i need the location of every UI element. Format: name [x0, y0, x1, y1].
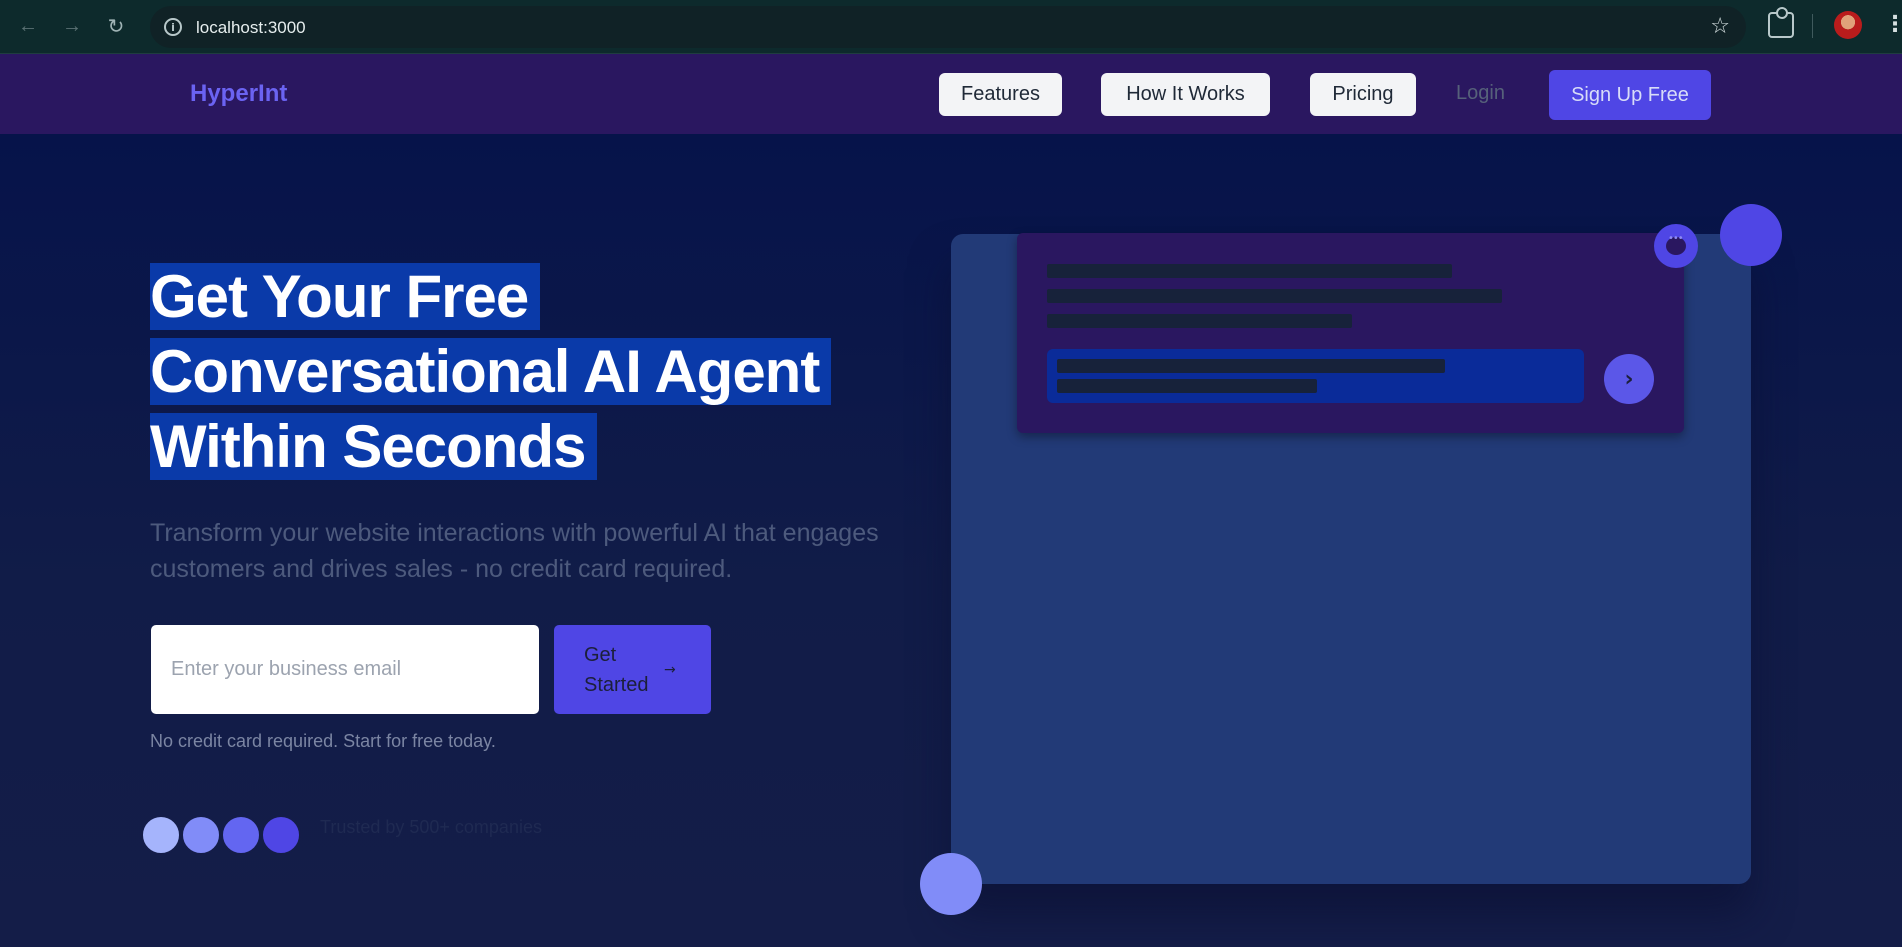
- headline-line-3: Within Seconds: [150, 413, 598, 480]
- no-credit-card-note: No credit card required. Start for free …: [150, 731, 496, 751]
- chevron-right-icon[interactable]: ›: [1604, 354, 1654, 404]
- headline-line-1: Get Your Free: [150, 263, 541, 330]
- address-url[interactable]: localhost:3000: [196, 18, 306, 38]
- sign-up-button[interactable]: Sign Up Free: [1549, 70, 1711, 120]
- hero-section: Get Your Free Conversational AI Agent Wi…: [0, 134, 1902, 947]
- toolbar-divider: [1812, 14, 1813, 38]
- skeleton-line: [1047, 289, 1502, 303]
- brand-logo[interactable]: HyperInt: [190, 80, 287, 108]
- nav-how-it-works-button[interactable]: How It Works: [1101, 73, 1270, 116]
- address-bar[interactable]: i localhost:3000 ☆: [150, 6, 1746, 48]
- site-info-icon[interactable]: i: [164, 18, 182, 36]
- company-avatar: [221, 815, 261, 855]
- hero-headline: Get Your Free Conversational AI Agent Wi…: [150, 259, 870, 484]
- headline-line-2: Conversational AI Agent: [150, 338, 832, 405]
- browser-toolbar: ← → ↻ i localhost:3000 ☆ ⋮: [0, 0, 1902, 54]
- skeleton-line: [1057, 379, 1317, 393]
- forward-arrow-icon[interactable]: →: [56, 10, 88, 42]
- company-avatar: [261, 815, 301, 855]
- trusted-by-text: Trusted by 500+ companies: [320, 817, 542, 837]
- skeleton-line: [1047, 264, 1452, 278]
- reload-icon[interactable]: ↻: [100, 10, 132, 42]
- back-arrow-icon[interactable]: ←: [12, 10, 44, 42]
- nav-pricing-button[interactable]: Pricing: [1310, 73, 1416, 116]
- site-navbar: HyperInt Features How It Works Pricing L…: [0, 54, 1902, 134]
- chat-widget-preview: [1017, 233, 1684, 433]
- business-email-input[interactable]: [151, 625, 539, 714]
- decorative-circle: [920, 853, 982, 915]
- chat-message-bar: [1047, 349, 1584, 403]
- extensions-puzzle-icon[interactable]: [1768, 7, 1794, 38]
- company-avatar: [141, 815, 181, 855]
- bookmark-star-icon[interactable]: ☆: [1710, 14, 1730, 39]
- login-link[interactable]: Login: [1456, 82, 1505, 105]
- skeleton-line: [1047, 314, 1352, 328]
- kebab-menu-icon[interactable]: ⋮: [1884, 10, 1902, 40]
- arrow-right-icon: →: [664, 662, 676, 678]
- company-avatar: [181, 815, 221, 855]
- chat-bubble-icon[interactable]: [1654, 224, 1698, 268]
- get-started-label: Get Started: [584, 644, 649, 696]
- hero-subtitle: Transform your website interactions with…: [150, 519, 879, 583]
- skeleton-line: [1057, 359, 1445, 373]
- profile-avatar[interactable]: [1834, 11, 1862, 39]
- decorative-circle: [1720, 204, 1782, 266]
- get-started-button[interactable]: Get Started →: [554, 625, 711, 714]
- nav-features-button[interactable]: Features: [939, 73, 1062, 116]
